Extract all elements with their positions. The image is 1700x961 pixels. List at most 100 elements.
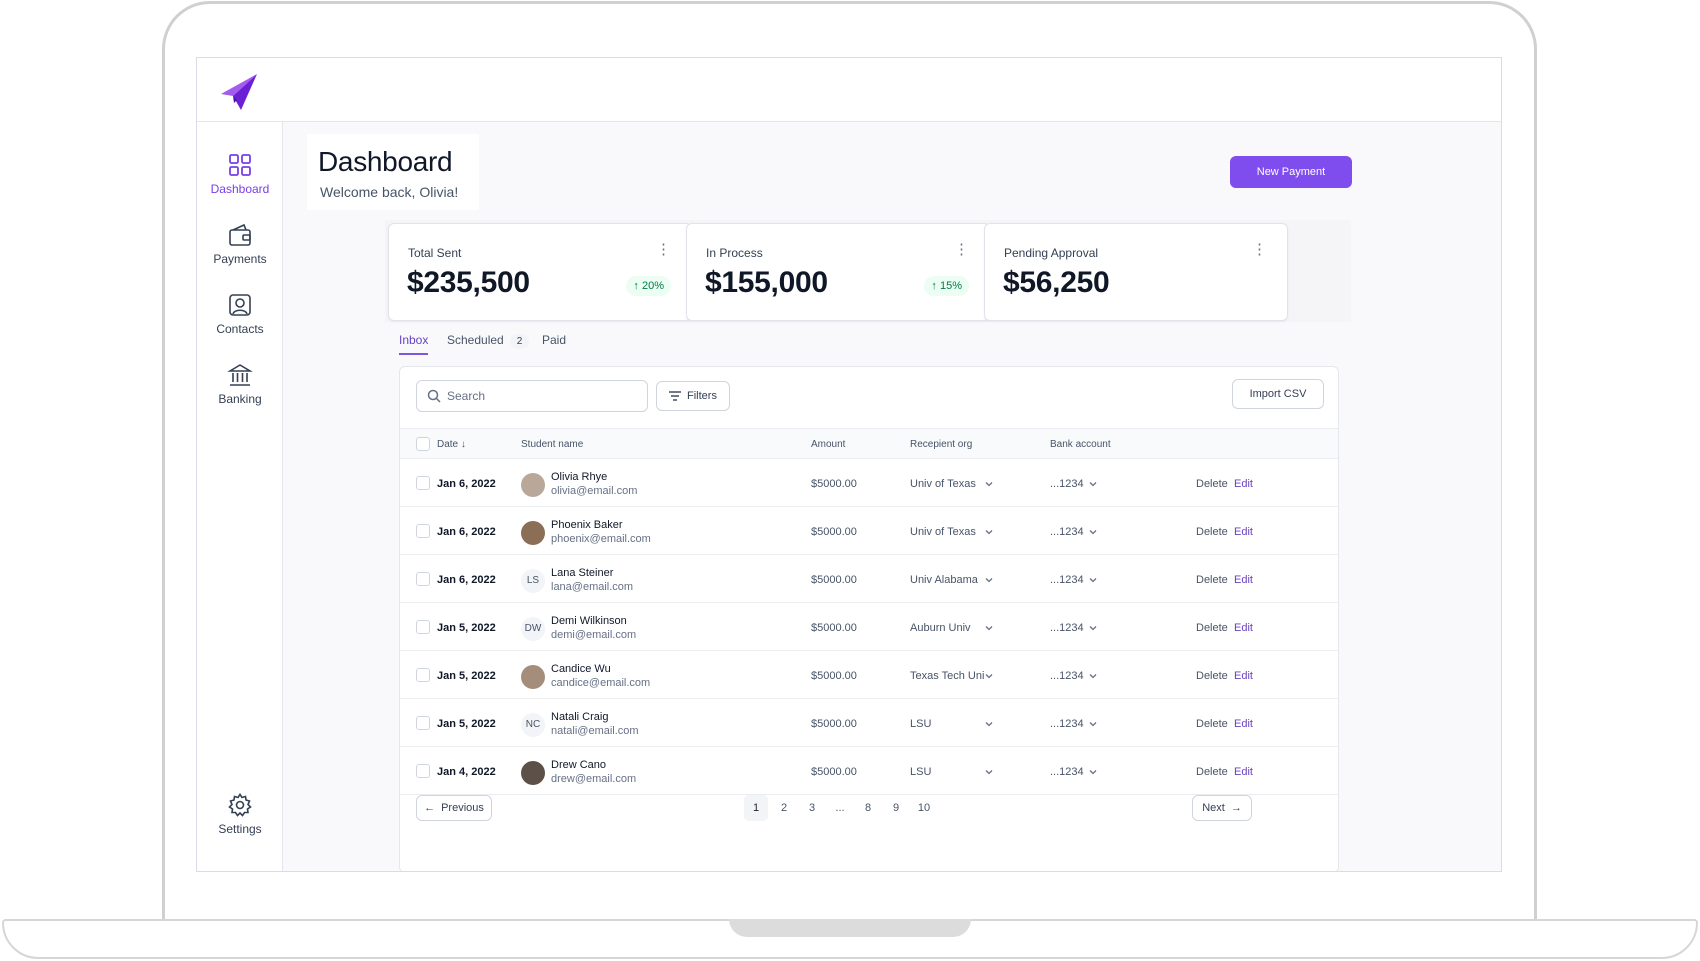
delete-button[interactable]: Delete [1196, 670, 1228, 682]
edit-button[interactable]: Edit [1234, 526, 1253, 538]
sidebar-item-dashboard[interactable]: Dashboard [197, 152, 283, 196]
row-org: LSU [910, 718, 932, 730]
chevron-down-icon[interactable] [1088, 767, 1098, 777]
sidebar-item-label: Settings [218, 822, 262, 836]
app-screen: Dashboard Payments Contacts Banking Sett… [196, 57, 1502, 872]
kebab-menu-icon[interactable]: ⋮ [656, 242, 671, 257]
sidebar-item-contacts[interactable]: Contacts [197, 292, 283, 336]
student-email: demi@email.com [551, 629, 637, 641]
row-bank: ...1234 [1050, 622, 1084, 634]
sidebar-item-banking[interactable]: Banking [197, 362, 283, 406]
chevron-down-icon[interactable] [1088, 575, 1098, 585]
row-checkbox[interactable] [416, 524, 430, 538]
arrow-up-icon: ↑ [633, 280, 642, 292]
row-bank: ...1234 [1050, 766, 1084, 778]
edit-button[interactable]: Edit [1234, 478, 1253, 490]
student-name: Natali Craig [551, 711, 609, 723]
stat-card-in-process: In Process $155,000 ⋮ ↑ 15% [686, 223, 990, 321]
row-checkbox[interactable] [416, 716, 430, 730]
tab-paid[interactable]: Paid [542, 333, 566, 355]
avatar [521, 521, 545, 545]
edit-button[interactable]: Edit [1234, 670, 1253, 682]
trend-badge: ↑ 15% [924, 276, 969, 296]
page-number[interactable]: 9 [884, 795, 908, 821]
row-amount: $5000.00 [811, 718, 857, 730]
row-checkbox[interactable] [416, 476, 430, 490]
chevron-down-icon[interactable] [984, 527, 994, 537]
row-date: Jan 5, 2022 [437, 718, 496, 730]
chevron-down-icon[interactable] [984, 767, 994, 777]
main-content: Dashboard Welcome back, Olivia! New Paym… [283, 122, 1501, 871]
row-org: Auburn Univ [910, 622, 971, 634]
import-label: Import CSV [1249, 388, 1307, 400]
chevron-down-icon[interactable] [1088, 623, 1098, 633]
chevron-down-icon[interactable] [1088, 479, 1098, 489]
delete-button[interactable]: Delete [1196, 718, 1228, 730]
page-number[interactable]: 3 [800, 795, 824, 821]
chevron-down-icon[interactable] [984, 575, 994, 585]
chevron-down-icon[interactable] [984, 671, 994, 681]
kebab-menu-icon[interactable]: ⋮ [1252, 242, 1267, 257]
paper-plane-logo-icon[interactable] [217, 70, 259, 112]
delete-button[interactable]: Delete [1196, 574, 1228, 586]
search-input[interactable] [447, 381, 637, 411]
edit-button[interactable]: Edit [1234, 574, 1253, 586]
row-checkbox[interactable] [416, 668, 430, 682]
delete-button[interactable]: Delete [1196, 622, 1228, 634]
row-amount: $5000.00 [811, 478, 857, 490]
stats-panel: Total Sent $235,500 ⋮ ↑ 20% In Process $… [385, 220, 1351, 322]
tab-inbox[interactable]: Inbox [399, 333, 429, 355]
bank-icon [227, 364, 253, 386]
edit-button[interactable]: Edit [1234, 718, 1253, 730]
sidebar-item-label: Contacts [216, 322, 264, 336]
edit-button[interactable]: Edit [1234, 622, 1253, 634]
row-amount: $5000.00 [811, 766, 857, 778]
page-number[interactable]: 8 [856, 795, 880, 821]
page-number[interactable]: 1 [744, 795, 768, 821]
import-csv-button[interactable]: Import CSV [1232, 379, 1324, 409]
sidebar-item-payments[interactable]: Payments [197, 222, 283, 266]
delete-button[interactable]: Delete [1196, 478, 1228, 490]
student-email: natali@email.com [551, 725, 639, 737]
student-name: Phoenix Baker [551, 519, 623, 531]
student-email: candice@email.com [551, 677, 651, 689]
previous-button[interactable]: ← Previous [416, 795, 492, 821]
column-header-org: Recepient org [910, 439, 973, 450]
page-number[interactable]: 10 [912, 795, 936, 821]
filters-button[interactable]: Filters [656, 381, 730, 411]
avatar: DW [521, 617, 545, 641]
student-name: Lana Steiner [551, 567, 614, 579]
delete-button[interactable]: Delete [1196, 766, 1228, 778]
edit-button[interactable]: Edit [1234, 766, 1253, 778]
chevron-down-icon[interactable] [1088, 527, 1098, 537]
next-button[interactable]: Next → [1192, 795, 1252, 821]
row-org: Univ of Texas [910, 478, 976, 490]
new-payment-button[interactable]: New Payment [1230, 156, 1352, 188]
column-header-date[interactable]: Date ↓ [437, 439, 466, 450]
row-checkbox[interactable] [416, 764, 430, 778]
row-checkbox[interactable] [416, 620, 430, 634]
kebab-menu-icon[interactable]: ⋮ [954, 242, 969, 257]
sidebar-item-label: Payments [213, 252, 267, 266]
sidebar-item-label: Dashboard [210, 182, 270, 196]
arrow-down-icon: ↓ [460, 439, 466, 450]
chevron-down-icon[interactable] [984, 479, 994, 489]
table-row: Jan 6, 2022 Phoenix Baker phoenix@email.co… [400, 507, 1338, 555]
delete-button[interactable]: Delete [1196, 526, 1228, 538]
contact-card-icon [229, 294, 251, 316]
trend-value: 15% [939, 280, 962, 292]
chevron-down-icon[interactable] [1088, 719, 1098, 729]
stat-label: In Process [706, 246, 763, 260]
chevron-down-icon[interactable] [984, 719, 994, 729]
sidebar-item-settings[interactable]: Settings [197, 792, 283, 836]
select-all-checkbox[interactable] [416, 437, 430, 451]
column-header-bank: Bank account [1050, 439, 1111, 450]
tab-scheduled[interactable]: Scheduled 2 [447, 333, 530, 355]
page-number[interactable]: 2 [772, 795, 796, 821]
row-checkbox[interactable] [416, 572, 430, 586]
tab-label: Paid [542, 333, 567, 347]
chevron-down-icon[interactable] [1088, 671, 1098, 681]
student-name: Demi Wilkinson [551, 615, 627, 627]
row-date: Jan 6, 2022 [437, 478, 496, 490]
chevron-down-icon[interactable] [984, 623, 994, 633]
